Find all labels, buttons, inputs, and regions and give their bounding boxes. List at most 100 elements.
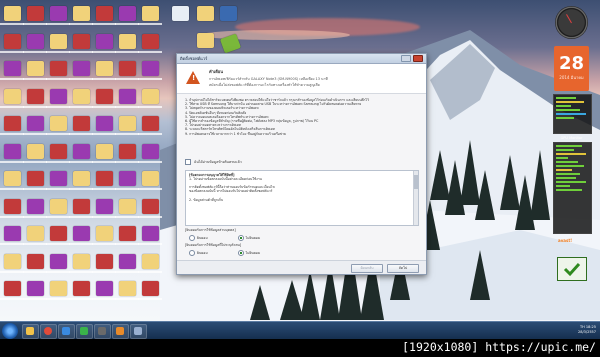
desktop-shortcut-icon[interactable] [50,281,67,296]
desktop-shortcut-icon[interactable] [142,226,159,241]
desktop-shortcut-icon[interactable] [119,226,136,241]
desktop-shortcut-icon[interactable] [142,116,159,131]
desktop-shortcut-icon[interactable] [142,61,159,76]
desktop-shortcut-icon[interactable] [27,226,44,241]
desktop-shortcut-icon[interactable] [27,171,44,186]
desktop-shortcut-icon[interactable] [73,88,90,104]
desktop-shortcut-icon[interactable] [4,33,21,49]
desktop-shortcut-icon[interactable] [142,88,159,104]
read-confirm-row[interactable]: ฉันได้อ่านข้อมูลข้างต้นครบแล้ว [185,159,242,165]
desktop-shortcut-icon[interactable] [119,6,136,21]
desktop-shortcut-icon[interactable] [96,33,113,49]
license-scrollbar[interactable] [413,171,418,225]
desktop-shortcut-icon[interactable] [142,171,159,186]
desktop-shortcut-icon[interactable] [73,171,90,186]
desktop-shortcut-icon[interactable] [50,253,67,269]
desktop-icon-app[interactable] [220,6,237,21]
desktop-shortcut-icon[interactable] [4,116,21,131]
desktop-shortcut-icon[interactable] [50,171,67,186]
tray-date[interactable]: 28/3/2557 [578,330,596,334]
desktop-shortcut-icon[interactable] [4,88,21,104]
desktop-shortcut-icon[interactable] [50,33,67,49]
desktop-shortcut-icon[interactable] [4,171,21,186]
desktop-shortcut-icon[interactable] [73,61,90,76]
desktop-shortcut-icon[interactable] [4,226,21,241]
desktop-shortcut-icon[interactable] [4,253,21,269]
taskbar-chrome-icon[interactable] [40,324,57,339]
desktop-shortcut-icon[interactable] [142,253,159,269]
desktop-shortcut-icon[interactable] [4,61,21,76]
desktop-shortcut-icon[interactable] [4,281,21,296]
desktop-shortcut-icon[interactable] [73,6,90,21]
desktop-shortcut-icon[interactable] [73,33,90,49]
desktop-shortcut-icon[interactable] [50,198,67,214]
desktop-shortcut-icon[interactable] [27,6,44,21]
desktop-shortcut-icon[interactable] [73,281,90,296]
avast-gadget[interactable]: avast! [558,238,588,254]
close-button[interactable] [413,55,423,62]
desktop-shortcut-icon[interactable] [96,116,113,131]
desktop-shortcut-icon[interactable] [73,253,90,269]
desktop-shortcut-icon[interactable] [50,116,67,131]
desktop-icon-folder[interactable] [197,33,214,48]
desktop-shortcut-icon[interactable] [119,116,136,131]
taskbar-app-icon[interactable] [94,324,111,339]
desktop-shortcut-icon[interactable] [96,171,113,186]
desktop-shortcut-icon[interactable] [96,281,113,296]
desktop-shortcut-icon[interactable] [142,6,159,21]
desktop-shortcut-icon[interactable] [73,198,90,214]
desktop-shortcut-icon[interactable] [73,116,90,131]
desktop-shortcut-icon[interactable] [119,253,136,269]
consent-2-disagree[interactable]: ไม่ยินยอม [237,250,260,256]
taskbar-media-icon[interactable] [58,324,75,339]
desktop-shortcut-icon[interactable] [27,143,44,159]
desktop-shortcut-icon[interactable] [119,171,136,186]
desktop-shortcut-icon[interactable] [50,226,67,241]
checkmark-gadget[interactable] [557,257,587,281]
consent-1-disagree[interactable]: ไม่ยินยอม [237,235,260,241]
desktop-shortcut-icon[interactable] [96,143,113,159]
desktop-shortcut-icon[interactable] [96,88,113,104]
desktop-shortcut-icon[interactable] [96,6,113,21]
license-agreement-box[interactable]: [ข้อตกลงการอนุญาตให้ใช้สิทธิ์] 1. โปรดอ่… [185,170,419,226]
radio-selected-icon[interactable] [237,235,244,241]
desktop-shortcut-icon[interactable] [96,226,113,241]
desktop-shortcut-icon[interactable] [142,33,159,49]
taskbar-kies-icon[interactable] [112,324,129,339]
desktop-shortcut-icon[interactable] [142,281,159,296]
desktop-shortcut-icon[interactable] [27,253,44,269]
desktop-shortcut-icon[interactable] [27,88,44,104]
desktop-shortcut-icon[interactable] [119,281,136,296]
desktop-shortcut-icon[interactable] [27,33,44,49]
radio-icon[interactable] [189,250,195,256]
desktop-shortcut-icon[interactable] [96,253,113,269]
desktop-icon-file[interactable] [172,6,189,21]
desktop-shortcut-icon[interactable] [4,198,21,214]
desktop-shortcut-icon[interactable] [142,198,159,214]
start-button[interactable] [2,323,18,339]
read-confirm-checkbox[interactable] [185,159,191,165]
desktop-shortcut-icon[interactable] [142,143,159,159]
calendar-gadget[interactable]: 28 2014 มีนาคม [554,46,589,91]
desktop-shortcut-icon[interactable] [119,88,136,104]
clock-gadget[interactable] [555,6,588,39]
desktop-shortcut-icon[interactable] [50,61,67,76]
next-button[interactable]: ถัดไป [387,264,419,273]
desktop-shortcut-icon[interactable] [50,88,67,104]
minimize-button[interactable] [401,55,411,62]
desktop-icon-folder[interactable] [197,6,214,21]
desktop-shortcut-icon[interactable] [27,116,44,131]
desktop-shortcut-icon[interactable] [119,61,136,76]
tray-time[interactable]: 18:25 [586,325,596,329]
desktop-shortcut-icon[interactable] [119,33,136,49]
cpu-meter-gadget[interactable] [553,94,592,134]
desktop-shortcut-icon[interactable] [4,143,21,159]
desktop-shortcut-icon[interactable] [119,198,136,214]
gpu-monitor-gadget[interactable] [553,142,592,234]
system-tray[interactable]: TH 18:25 28/3/2557 [578,325,596,335]
desktop-shortcut-icon[interactable] [73,226,90,241]
radio-icon[interactable] [189,235,195,241]
desktop-shortcut-icon[interactable] [96,61,113,76]
desktop-shortcut-icon[interactable] [73,143,90,159]
consent-2-agree[interactable]: ยินยอม [189,250,208,256]
